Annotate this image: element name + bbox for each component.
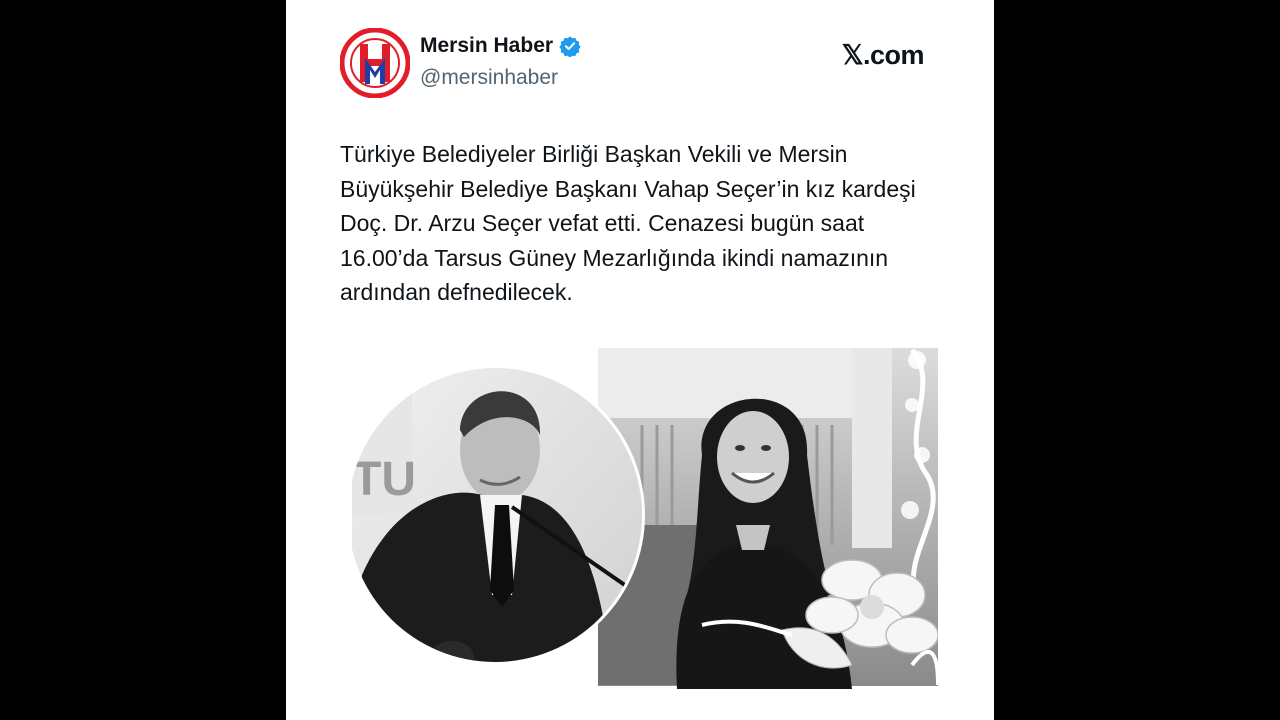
tweet-card: Mersin Haber @mersinhaber 𝕏.com Türkiye … <box>286 0 994 720</box>
verified-badge-icon <box>559 36 581 57</box>
account-handle[interactable]: @mersinhaber <box>420 66 558 90</box>
mersin-haber-logo-icon[interactable] <box>340 28 410 98</box>
x-com-brand: 𝕏.com <box>841 40 925 70</box>
account-name-row: Mersin Haber <box>420 34 581 58</box>
tweet-text: Türkiye Belediyeler Birliği Başkan Vekil… <box>340 141 916 305</box>
svg-text:TU: TU <box>352 453 416 506</box>
tweet-media-image[interactable]: TU <box>352 345 938 689</box>
account-display-name[interactable]: Mersin Haber <box>420 34 553 58</box>
